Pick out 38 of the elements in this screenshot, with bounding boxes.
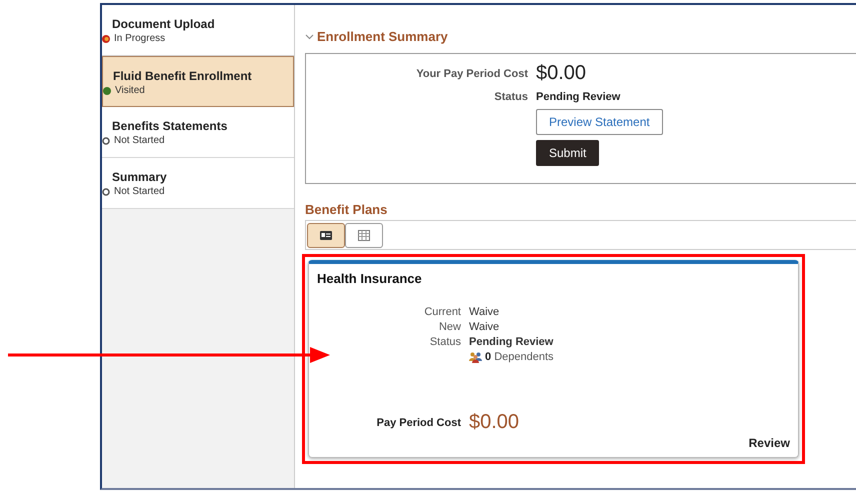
step-title: Fluid Benefit Enrollment	[113, 69, 253, 83]
field-value: Waive	[469, 306, 500, 318]
sidebar-item[interactable]: Fluid Benefit Enrollment Visited	[102, 56, 294, 107]
view-toggle-button[interactable]	[307, 222, 345, 248]
status-value: Pending Review	[536, 91, 622, 103]
plan-card[interactable]: Health Insurance Current Waive New Waive Status Pending Review 0 Dependents Pay Period Cost $0.00 Review	[308, 260, 799, 458]
section-heading: Enrollment Summary	[317, 29, 448, 44]
people-icon	[469, 352, 482, 362]
view-toggle-button[interactable]	[345, 222, 383, 248]
step-title: Document Upload	[112, 17, 216, 31]
grid-view-icon	[358, 230, 370, 240]
step-status: Not Started	[114, 186, 165, 197]
field-label: Current	[424, 306, 461, 318]
sidebar-item[interactable]: Summary Not Started	[102, 158, 294, 209]
section-heading: Benefit Plans	[305, 202, 388, 217]
step-title: Benefits Statements	[112, 119, 228, 133]
review-link[interactable]: Review	[748, 436, 790, 450]
dependents-text: 0 Dependents	[485, 351, 554, 363]
field-label: Status	[494, 91, 528, 103]
cost-value: $0.00	[536, 62, 588, 85]
field-label: Pay Period Cost	[376, 416, 461, 428]
submit-button[interactable]: Submit	[536, 140, 600, 166]
step-status: Visited	[115, 85, 145, 96]
cost-value: $0.00	[469, 411, 520, 434]
field-value: Pending Review	[469, 336, 554, 348]
preview-button[interactable]: Preview Statement	[536, 109, 663, 135]
step-status: In Progress	[114, 33, 166, 44]
step-status: Not Started	[114, 135, 165, 146]
card-title: Health Insurance	[317, 271, 423, 286]
chevron-icon[interactable]	[305, 34, 314, 40]
sidebar-item[interactable]: Benefits Statements Not Started	[102, 107, 294, 158]
card-view-icon	[320, 230, 332, 240]
field-value: Waive	[469, 321, 500, 333]
field-label: Your Pay Period Cost	[416, 68, 528, 80]
field-label: Status	[430, 336, 461, 348]
sidebar-item[interactable]: Document Upload In Progress	[102, 5, 294, 56]
step-title: Summary	[112, 170, 168, 184]
field-label: New	[438, 321, 461, 333]
